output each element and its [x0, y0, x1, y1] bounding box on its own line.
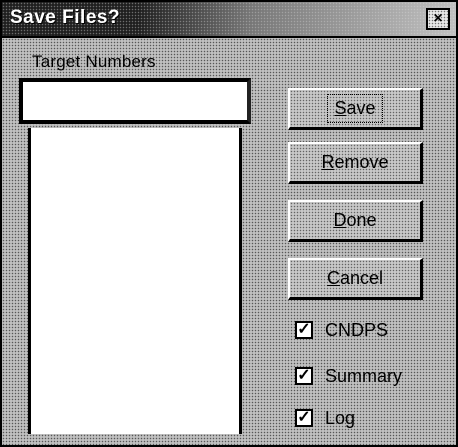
- summary-option[interactable]: ✓ Summary: [295, 364, 402, 388]
- check-icon: ✓: [297, 409, 311, 426]
- cndps-option[interactable]: ✓ CNDPS: [295, 318, 388, 342]
- log-option[interactable]: ✓ Log: [295, 406, 355, 430]
- target-numbers-label: Target Numbers: [32, 52, 156, 71]
- target-number-input[interactable]: [19, 78, 251, 124]
- remove-button-label: Remove: [321, 152, 389, 172]
- close-button[interactable]: ×: [426, 8, 450, 30]
- save-button[interactable]: Save: [288, 88, 423, 130]
- save-button-label: Save: [327, 94, 383, 123]
- done-button-label: Done: [333, 210, 377, 230]
- summary-checkbox[interactable]: ✓: [295, 367, 313, 385]
- cancel-button[interactable]: Cancel: [288, 258, 423, 300]
- summary-label: Summary: [325, 365, 403, 386]
- close-icon: ×: [433, 10, 443, 27]
- log-checkbox[interactable]: ✓: [295, 409, 313, 427]
- remove-button[interactable]: Remove: [288, 142, 423, 184]
- target-numbers-list[interactable]: [28, 128, 242, 434]
- cancel-button-label: Cancel: [326, 268, 384, 288]
- check-icon: ✓: [297, 321, 311, 338]
- title-bar[interactable]: Save Files? ×: [2, 2, 456, 38]
- cndps-label: CNDPS: [325, 319, 389, 340]
- save-files-dialog: Save Files? × Target Numbers Save Remove…: [0, 0, 458, 447]
- log-label: Log: [325, 407, 356, 428]
- check-icon: ✓: [297, 367, 311, 384]
- cndps-checkbox[interactable]: ✓: [295, 321, 313, 339]
- dialog-title: Save Files?: [10, 7, 121, 28]
- done-button[interactable]: Done: [288, 200, 423, 242]
